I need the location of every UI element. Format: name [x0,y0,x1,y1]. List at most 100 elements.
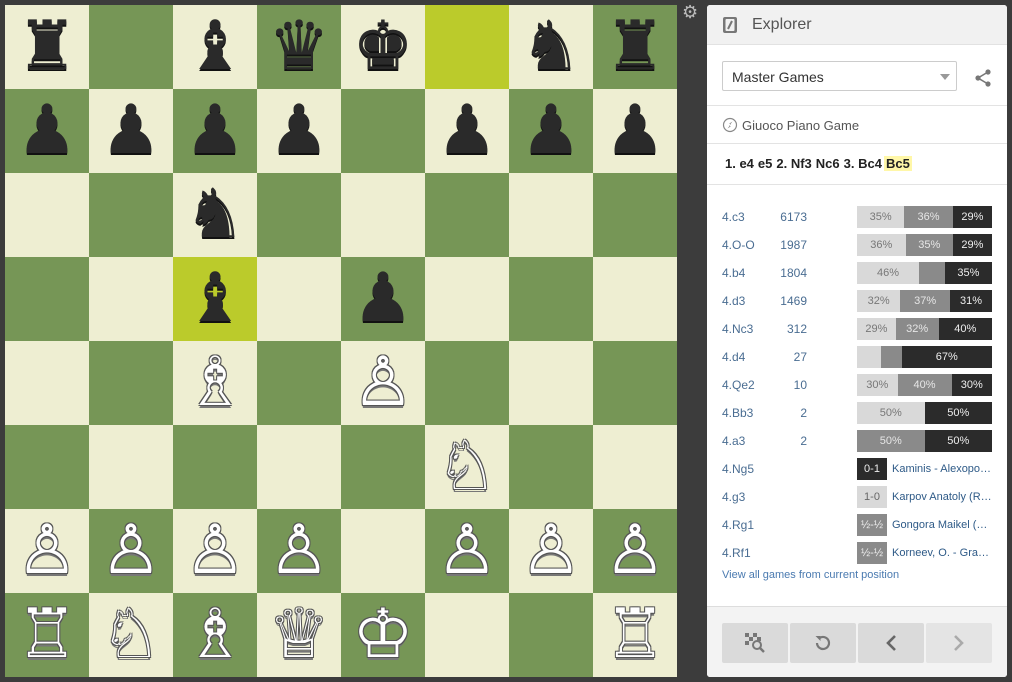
chess-board[interactable]: ♜ ♝ ♛ ♚ ♞ ♜ ♟ ♟ ♟ ♟ ♟ ♟ ♟ ♞ ♝ ♟ ♗ ♙ ♘ ♙ ♙ ♙ ♙ ♙ ♙ ♙ ♖ ♘ ♗ ♕ ♔ ♖ [5,5,677,677]
square-d3[interactable] [257,425,341,509]
move-san[interactable]: 4.Qe2 [722,378,755,392]
white-piece[interactable]: ♖ [605,601,666,669]
square-b3[interactable] [89,425,173,509]
move-row[interactable]: 4.a3 2 50% 50% [722,430,992,452]
top-game-row[interactable]: 4.Rg1 ½-½ Gongora Maikel (CU... [722,514,994,536]
square-c3[interactable] [173,425,257,509]
square-b6[interactable] [89,173,173,257]
black-piece[interactable]: ♞ [521,13,582,81]
square-g5[interactable] [509,257,593,341]
top-game-row[interactable]: 4.g3 1-0 Karpov Anatoly (RU... [722,486,994,508]
share-icon[interactable] [973,68,993,88]
square-f5[interactable] [425,257,509,341]
move-san[interactable]: 4.d4 [722,350,745,364]
move-token[interactable]: 1. e4 [723,156,756,171]
square-f8[interactable] [425,5,509,89]
square-g6[interactable] [509,173,593,257]
square-g4[interactable] [509,341,593,425]
square-d8[interactable]: ♛ [257,5,341,89]
move-row[interactable]: 4.O-O 1987 36% 35% 29% [722,234,992,256]
game-players[interactable]: Korneev, O. - Grand... [892,547,994,559]
database-select[interactable]: Master Games [722,61,957,91]
square-d5[interactable] [257,257,341,341]
black-piece[interactable]: ♟ [17,97,78,165]
move-row[interactable]: 4.d4 27 67% [722,346,992,368]
square-a6[interactable] [5,173,89,257]
square-b1[interactable]: ♘ [89,593,173,677]
square-a4[interactable] [5,341,89,425]
move-san[interactable]: 4.O-O [722,238,755,252]
square-c5[interactable]: ♝ [173,257,257,341]
black-piece[interactable]: ♟ [101,97,162,165]
square-g7[interactable]: ♟ [509,89,593,173]
move-token[interactable]: e5 [756,156,774,171]
white-piece[interactable]: ♔ [353,601,414,669]
white-piece[interactable]: ♙ [185,517,246,585]
analysis-board-button[interactable] [722,623,788,663]
reset-button[interactable] [790,623,856,663]
square-b7[interactable]: ♟ [89,89,173,173]
square-h4[interactable] [593,341,677,425]
view-all-games-link[interactable]: View all games from current position [722,569,899,581]
black-piece[interactable]: ♜ [605,13,666,81]
square-c7[interactable]: ♟ [173,89,257,173]
square-e6[interactable] [341,173,425,257]
move-row[interactable]: 4.b4 1804 46% 35% [722,262,992,284]
square-g1[interactable] [509,593,593,677]
square-b5[interactable] [89,257,173,341]
move-token[interactable]: Nc6 [814,156,842,171]
square-a8[interactable]: ♜ [5,5,89,89]
square-h3[interactable] [593,425,677,509]
move-token[interactable]: 3. Bc4 [842,156,884,171]
move-san[interactable]: 4.g3 [722,490,745,504]
square-b8[interactable] [89,5,173,89]
white-piece[interactable]: ♘ [437,433,498,501]
white-piece[interactable]: ♙ [521,517,582,585]
square-h6[interactable] [593,173,677,257]
square-b2[interactable]: ♙ [89,509,173,593]
square-c2[interactable]: ♙ [173,509,257,593]
square-a1[interactable]: ♖ [5,593,89,677]
square-d7[interactable]: ♟ [257,89,341,173]
move-row[interactable]: 4.Nc3 312 29% 32% 40% [722,318,992,340]
top-game-row[interactable]: 4.Ng5 0-1 Kaminis - Alexopoul... [722,458,994,480]
white-piece[interactable]: ♕ [269,601,330,669]
square-a7[interactable]: ♟ [5,89,89,173]
move-token[interactable]: Bc5 [883,156,912,171]
white-piece[interactable]: ♙ [605,517,666,585]
square-g8[interactable]: ♞ [509,5,593,89]
white-piece[interactable]: ♙ [437,517,498,585]
square-e4[interactable]: ♙ [341,341,425,425]
square-e7[interactable] [341,89,425,173]
move-row[interactable]: 4.Bb3 2 50% 50% [722,402,992,424]
move-row[interactable]: 4.d3 1469 32% 37% 31% [722,290,992,312]
black-piece[interactable]: ♜ [17,13,78,81]
square-e2[interactable] [341,509,425,593]
move-row[interactable]: 4.c3 6173 35% 36% 29% [722,206,992,228]
black-piece[interactable]: ♝ [185,265,246,333]
move-san[interactable]: 4.Rg1 [722,518,754,532]
square-g3[interactable] [509,425,593,509]
square-d1[interactable]: ♕ [257,593,341,677]
black-piece[interactable]: ♟ [269,97,330,165]
white-piece[interactable]: ♗ [185,349,246,417]
move-san[interactable]: 4.Nc3 [722,322,753,336]
square-e3[interactable] [341,425,425,509]
square-h5[interactable] [593,257,677,341]
square-c6[interactable]: ♞ [173,173,257,257]
move-san[interactable]: 4.Rf1 [722,546,751,560]
black-piece[interactable]: ♛ [269,13,330,81]
square-h8[interactable]: ♜ [593,5,677,89]
square-f7[interactable]: ♟ [425,89,509,173]
square-f1[interactable] [425,593,509,677]
move-san[interactable]: 4.d3 [722,294,745,308]
square-c8[interactable]: ♝ [173,5,257,89]
game-players[interactable]: Gongora Maikel (CU... [892,519,994,531]
white-piece[interactable]: ♙ [269,517,330,585]
square-e8[interactable]: ♚ [341,5,425,89]
black-piece[interactable]: ♚ [353,13,414,81]
square-h2[interactable]: ♙ [593,509,677,593]
white-piece[interactable]: ♗ [185,601,246,669]
white-piece[interactable]: ♘ [101,601,162,669]
move-san[interactable]: 4.c3 [722,210,745,224]
